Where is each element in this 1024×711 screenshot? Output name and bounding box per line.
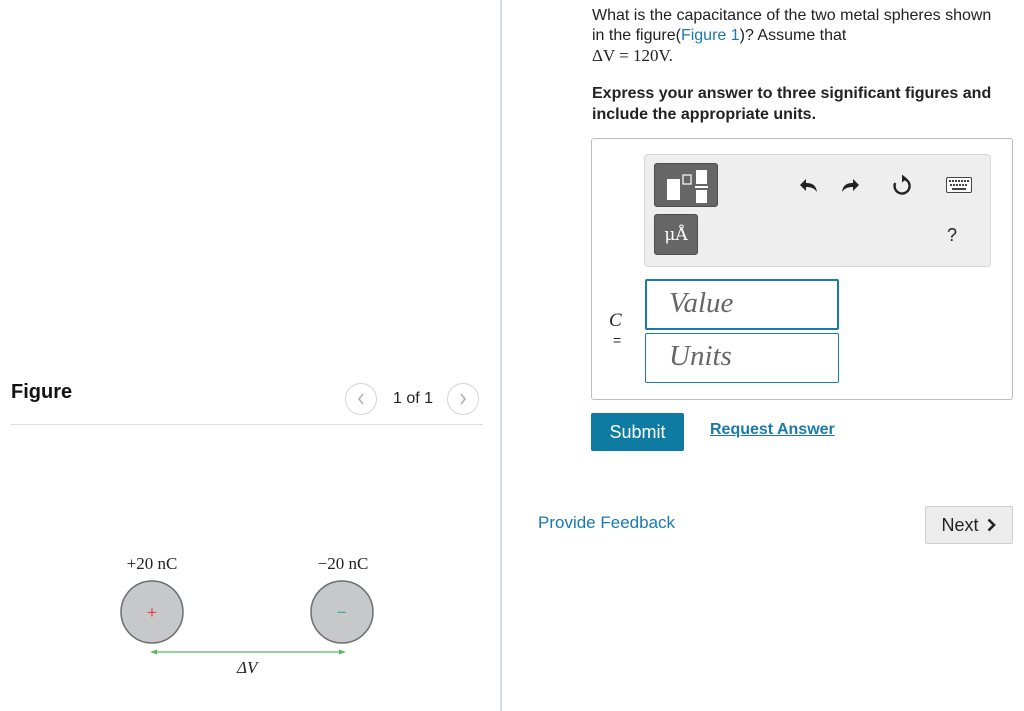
template-button[interactable]: [654, 163, 718, 207]
figure-divider: [11, 424, 483, 425]
undo-button[interactable]: [795, 171, 823, 199]
question-text: What is the capacitance of the two metal…: [592, 6, 992, 67]
submit-button[interactable]: Submit: [591, 413, 684, 451]
math-toolbar: μÅ ?: [644, 154, 991, 267]
equals-label: =: [613, 332, 622, 348]
value-input[interactable]: Value: [645, 279, 839, 330]
request-answer-link[interactable]: Request Answer: [710, 421, 835, 439]
reset-icon: [893, 174, 911, 195]
chevron-right-icon: [987, 518, 996, 532]
fraction-template-icon: [667, 170, 708, 203]
minus-sign: −: [337, 603, 347, 622]
arrowhead-right: [339, 649, 346, 655]
units-input[interactable]: Units: [645, 333, 839, 383]
help-button[interactable]: ?: [947, 225, 957, 246]
units-button[interactable]: μÅ: [654, 214, 698, 255]
provide-feedback-link[interactable]: Provide Feedback: [538, 513, 675, 533]
answer-box: μÅ ? C = Value Units: [591, 138, 1013, 400]
delta-v-label: ΔV: [236, 658, 260, 677]
redo-icon: [842, 179, 859, 192]
keyboard-icon: [946, 177, 972, 193]
next-figure-button[interactable]: [447, 383, 480, 415]
chevron-right-icon: [460, 393, 467, 405]
left-charge-label: +20 nC: [127, 554, 178, 573]
instruction-text: Express your answer to three significant…: [592, 85, 992, 123]
question-condition: ΔV = 120V.: [592, 46, 673, 65]
right-charge-label: −20 nC: [318, 554, 369, 573]
pager-text: 1 of 1: [393, 390, 434, 407]
variable-label: C: [609, 310, 622, 331]
redo-button[interactable]: [836, 171, 864, 199]
next-button-label: Next: [941, 514, 979, 535]
prev-figure-button[interactable]: [345, 383, 377, 415]
figure-diagram: +20 nC −20 nC + − ΔV: [120, 554, 374, 677]
plus-sign: +: [147, 603, 157, 622]
figure-title: Figure: [11, 381, 73, 403]
figure-pager: 1 of 1: [345, 383, 480, 415]
chevron-left-icon: [357, 393, 364, 405]
arrowhead-left: [150, 649, 157, 655]
keyboard-button[interactable]: [945, 171, 973, 199]
undo-icon: [800, 179, 817, 192]
figure-panel: Figure 1 of 1 +20 nC −20 nC + − ΔV: [0, 0, 500, 711]
panel-divider: [500, 0, 502, 711]
next-button[interactable]: Next: [925, 506, 1013, 544]
figure-link[interactable]: Figure 1: [681, 27, 740, 44]
reset-button[interactable]: [888, 171, 916, 199]
question-text-end: )? Assume that: [739, 27, 847, 44]
